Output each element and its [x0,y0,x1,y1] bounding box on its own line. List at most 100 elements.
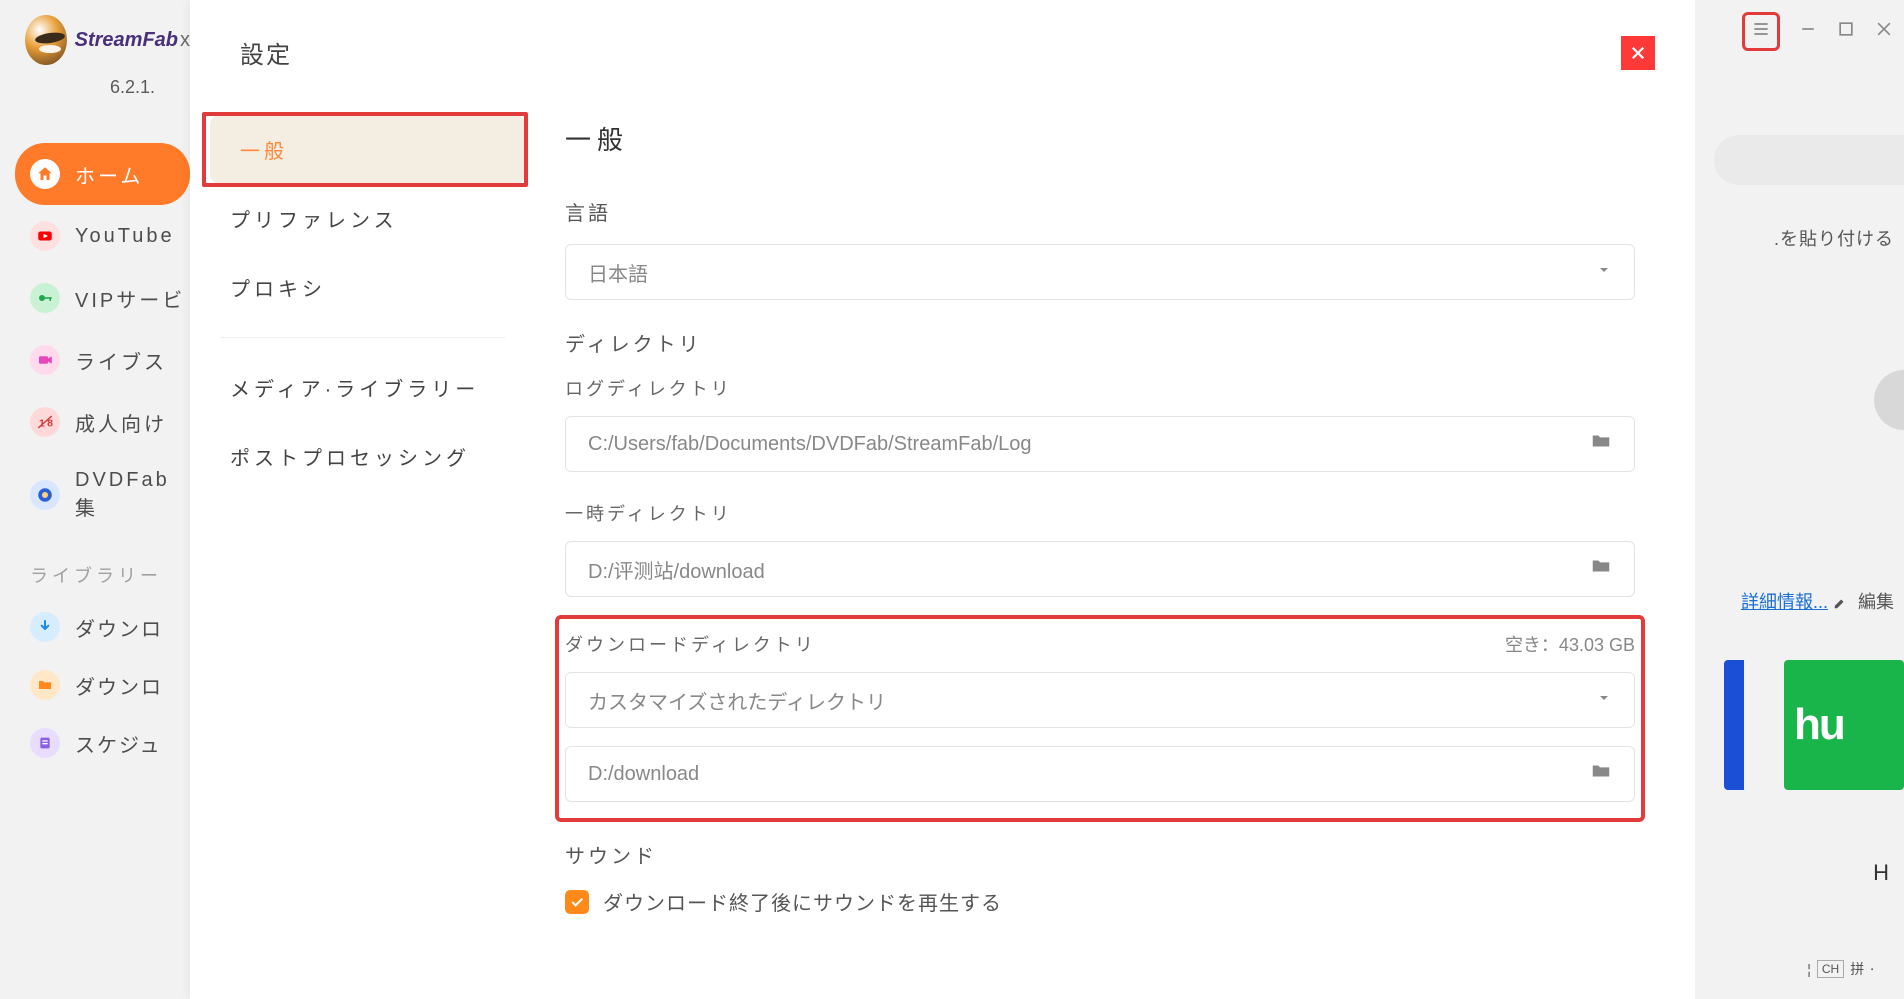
background-right-strip: .を貼り付ける 詳細情報... 編集 hu H ¦ CH 拼 ⸱ [1695,0,1904,999]
hamburger-icon [1751,19,1771,39]
service-label-H: H [1873,860,1889,886]
dvdfab-icon [30,480,60,510]
app-logo-icon [25,15,67,65]
temp-dir-input[interactable]: D:/评测站/download [565,541,1635,597]
main-nav: ホーム YouTube VIPサービ ライブス 18 成人向け [0,143,190,537]
language-select[interactable]: 日本語 [565,244,1635,300]
chevron-down-icon [1596,689,1612,712]
lib-schedule[interactable]: スケジュ [0,714,190,772]
minimize-button[interactable] [1798,19,1818,44]
lib-downloading[interactable]: ダウンロ [0,598,190,656]
hamburger-menu-button[interactable] [1742,12,1780,51]
lib-schedule-label: スケジュ [75,729,162,758]
lib-downloading-label: ダウンロ [75,613,163,642]
lib-downloaded-label: ダウンロ [75,671,163,700]
app-x-suffix: x [180,29,190,51]
app-version: 6.2.1. [110,77,190,98]
detail-links: 詳細情報... 編集 [1741,588,1894,614]
go-button-partial[interactable] [1874,370,1904,430]
checkbox-checked-icon[interactable] [565,890,589,914]
settings-nav-media-library-label: メディア·ライブラリー [230,379,479,401]
chevron-down-icon [1596,261,1612,284]
ime-vbar: ¦ [1807,961,1811,977]
settings-nav-general[interactable]: 一般 [210,115,525,184]
ime-pin: 拼 [1850,959,1864,979]
settings-nav-general-label: 一般 [240,141,288,163]
window-close-button[interactable] [1874,19,1894,44]
download-dir-input[interactable]: D:/download [565,746,1635,802]
sound-checkbox-row[interactable]: ダウンロード終了後にサウンドを再生する [565,887,1635,916]
youtube-icon [30,221,60,251]
maximize-button[interactable] [1836,19,1856,44]
settings-nav-proxy[interactable]: プロキシ [190,253,535,322]
adult-icon: 18 [30,407,60,437]
url-input-partial[interactable] [1714,135,1904,185]
main-sidebar: StreamFabx 6.2.1. ホーム YouTube VIPサービ [0,0,190,999]
svg-text:18: 18 [39,418,54,430]
nav-dvdfab-label: DVDFab集 [75,469,190,521]
settings-nav: 一般 プリファレンス プロキシ メディア·ライブラリー ポストプロセッシング [190,95,535,999]
settings-nav-preferences[interactable]: プリファレンス [190,184,535,253]
log-dir-input[interactable]: C:/Users/fab/Documents/DVDFab/StreamFab/… [565,416,1635,472]
download-dir-type-select[interactable]: カスタマイズされたディレクトリ [565,672,1635,728]
detail-link[interactable]: 詳細情報... [1741,592,1828,612]
service-tile-blue[interactable] [1724,660,1744,790]
window-controls [1742,12,1894,51]
service-tile-hulu[interactable]: hu [1784,660,1904,790]
language-value: 日本語 [588,258,648,287]
nav-live-label: ライブス [75,346,167,375]
download-dir-value: D:/download [588,763,699,786]
settings-modal: 設定 一般 プリファレンス プロキシ メディア·ライブラリー ポストプロセッシン… [190,0,1695,999]
directory-label: ディレクトリ [565,328,1635,357]
close-button[interactable] [1621,36,1655,70]
settings-content[interactable]: 一般 言語 日本語 ディレクトリ ログディレクトリ C:/Users/fab/D… [535,95,1695,999]
pencil-icon [1833,596,1847,610]
nav-divider [220,337,505,338]
nav-vip-label: VIPサービ [75,284,185,313]
paste-hint-text: .を貼り付ける [1774,225,1894,251]
sound-checkbox-label: ダウンロード終了後にサウンドを再生する [603,887,1002,916]
library-header: ライブラリー [0,537,190,598]
folder-browse-icon[interactable] [1590,555,1612,583]
free-space-text: 空き：43.03 GB [1505,631,1635,657]
folder-icon [30,670,60,700]
nav-adult[interactable]: 18 成人向け [0,391,190,453]
nav-dvdfab[interactable]: DVDFab集 [0,453,190,537]
folder-browse-icon[interactable] [1590,430,1612,458]
settings-nav-post-processing-label: ポストプロセッシング [230,448,470,470]
logo-area: StreamFabx 6.2.1. [0,0,190,98]
download-arrow-icon [30,612,60,642]
nav-vip[interactable]: VIPサービ [0,267,190,329]
general-heading: 一般 [565,120,1635,157]
key-icon [30,283,60,313]
lib-downloaded[interactable]: ダウンロ [0,656,190,714]
app-name: StreamFab [75,29,178,51]
nav-home-label: ホーム [75,160,143,189]
nav-youtube[interactable]: YouTube [0,205,190,267]
language-label: 言語 [565,197,1635,226]
log-dir-value: C:/Users/fab/Documents/DVDFab/StreamFab/… [588,433,1032,456]
modal-header: 設定 [190,0,1695,95]
hulu-logo-text: hu [1794,700,1844,750]
folder-browse-icon[interactable] [1590,760,1612,788]
sound-label: サウンド [565,840,1635,869]
schedule-icon [30,728,60,758]
settings-nav-media-library[interactable]: メディア·ライブラリー [190,353,535,422]
settings-nav-post-processing[interactable]: ポストプロセッシング [190,422,535,491]
temp-dir-value: D:/评测站/download [588,555,765,584]
edit-link[interactable]: 編集 [1858,592,1894,612]
close-icon [1629,44,1647,62]
nav-live[interactable]: ライブス [0,329,190,391]
download-dir-type-value: カスタマイズされたディレクトリ [588,686,886,715]
settings-title: 設定 [240,35,292,70]
nav-home[interactable]: ホーム [15,143,190,205]
ime-extra: ⸱ [1870,960,1874,979]
settings-nav-preferences-label: プリファレンス [230,210,398,232]
download-dir-label: ダウンロードディレクトリ [565,631,816,657]
ime-ch: CH [1817,960,1844,978]
log-dir-label: ログディレクトリ [565,375,1635,401]
settings-nav-proxy-label: プロキシ [230,279,326,301]
camera-icon [30,345,60,375]
home-icon [30,159,60,189]
ime-indicator[interactable]: ¦ CH 拼 ⸱ [1807,959,1874,979]
